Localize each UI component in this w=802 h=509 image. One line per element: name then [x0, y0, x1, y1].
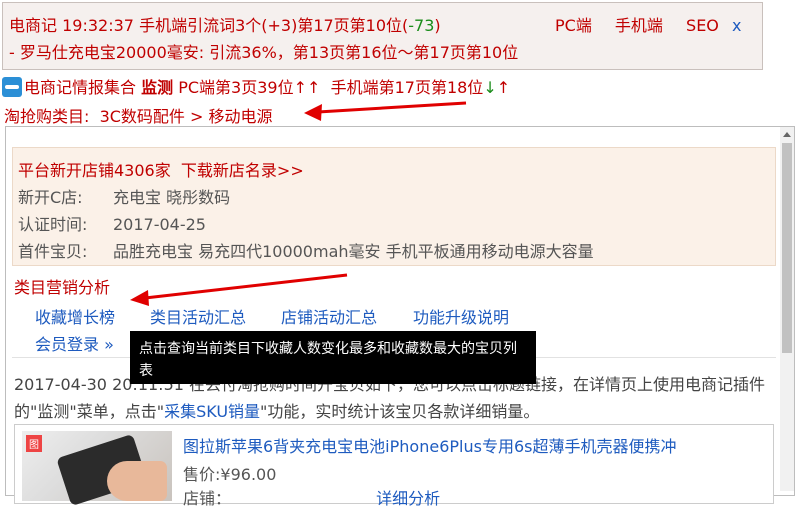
brand-label: 电商记: [9, 16, 58, 35]
favorites-growth-link[interactable]: 收藏增长榜: [35, 304, 115, 328]
category-line: 淘抢购类目: 3C数码配件 > 移动电源: [4, 103, 273, 127]
arrow-up-icon: ↑: [496, 78, 511, 97]
price-label: 售价:: [183, 465, 221, 484]
member-login-link[interactable]: 会员登录 »: [35, 331, 114, 355]
rank-change: -73: [408, 16, 435, 35]
summary-line-2: - 罗马仕充电宝20000毫安: 引流36%，第13页第16位～第17页第10位: [9, 43, 519, 62]
shop-row: 首件宝贝: 品胜充电宝 易充四代10000mah毫安 手机平板通用移动电源大容量: [18, 238, 594, 262]
shop-row-label: 新开C店:: [18, 188, 83, 207]
scrollbar-thumb[interactable]: [782, 143, 792, 353]
summary-line-1: 电商记 19:32:37 手机端引流词3个(+3)第17页第10位(-73): [9, 12, 441, 36]
mobile-link[interactable]: 手机端: [615, 16, 663, 35]
shop-label: 店铺：: [183, 489, 232, 508]
shop-activity-link[interactable]: 店铺活动汇总: [281, 304, 377, 328]
scroll-up-icon[interactable]: [780, 127, 794, 141]
category-activity-link[interactable]: 类目活动汇总: [150, 304, 246, 328]
price-value: ¥96.00: [220, 465, 277, 484]
shop-row: 认证时间: 2017-04-25: [18, 211, 206, 235]
pc-link[interactable]: PC端: [555, 16, 592, 35]
collect-sku-link[interactable]: 采集SKU销量: [164, 402, 260, 421]
app-name[interactable]: 电商记情报集合: [24, 78, 136, 97]
shop-row-value: 充电宝 晓彤数码: [113, 188, 231, 207]
time-label: 19:32:37: [62, 16, 134, 35]
monitor-link[interactable]: 监测: [141, 78, 173, 97]
image-badge: 图: [26, 435, 42, 452]
seo-link[interactable]: SEO: [686, 16, 719, 35]
hand-image: [107, 461, 167, 501]
notice-text-2: "功能，实时统计该宝贝各款详细销量。: [260, 402, 540, 421]
detail-analysis-link[interactable]: 详细分析: [376, 489, 440, 508]
shop-row: 新开C店: 充电宝 晓彤数码: [18, 184, 230, 208]
shop-row-value: 2017-04-25: [113, 215, 206, 234]
arrow-to-category: [304, 101, 467, 121]
marketing-title: 类目营销分析: [14, 278, 111, 297]
pc-rank: PC端第3页39位: [178, 78, 294, 97]
upgrade-notes-link[interactable]: 功能升级说明: [413, 304, 509, 328]
product-price-row: 售价:¥96.00: [183, 461, 276, 485]
download-shop-list-link[interactable]: 下载新店名录>>: [181, 161, 304, 180]
tooltip: 点击查询当前类目下收藏人数变化最多和收藏数最大的宝贝列表: [130, 331, 536, 384]
app-info-line: 电商记情报集合 监测 PC端第3页39位↑↑ 手机端第17页第18位↓↑: [2, 74, 510, 98]
pc-arrows: ↑↑: [293, 78, 321, 97]
traffic-text: 手机端引流词3个(+3)第17页第10位(: [139, 16, 409, 35]
category-path[interactable]: 3C数码配件 > 移动电源: [100, 107, 273, 126]
arrow-down-icon: ↓: [483, 78, 497, 97]
paren-close: ): [434, 16, 441, 35]
category-label: 淘抢购类目:: [4, 107, 90, 126]
shop-row-label: 认证时间:: [18, 215, 88, 234]
new-shops-count: 平台新开店铺4306家: [18, 161, 171, 180]
product-title-link[interactable]: 图拉斯苹果6背夹充电宝电池iPhone6Plus专用6s超薄手机壳器便携冲: [183, 433, 676, 457]
shop-row-value: 品胜充电宝 易充四代10000mah毫安 手机平板通用移动电源大容量: [113, 242, 594, 261]
close-icon[interactable]: x: [732, 16, 741, 35]
plugin-logo-icon: [2, 77, 22, 97]
new-shop-header: 平台新开店铺4306家 下载新店名录>>: [18, 157, 304, 181]
mobile-rank: 手机端第17页第18位: [330, 78, 484, 97]
product-shop-row: 店铺： 详细分析: [183, 485, 440, 509]
shop-row-label: 首件宝贝:: [18, 242, 88, 261]
summary-links: PC端 手机端 SEO x: [555, 12, 759, 36]
